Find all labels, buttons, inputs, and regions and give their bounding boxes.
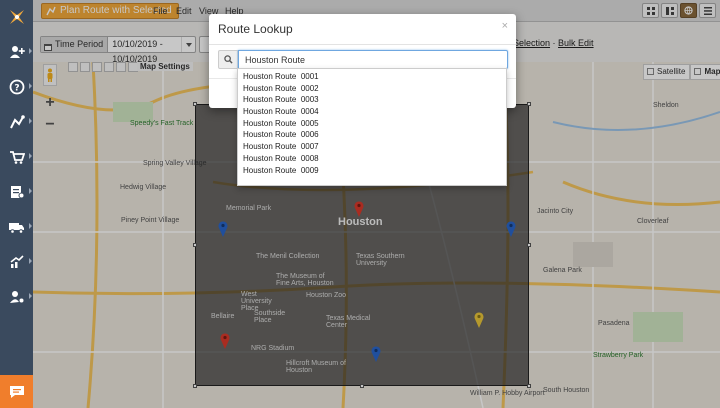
chat-button[interactable]	[0, 375, 33, 408]
user-settings-icon	[9, 290, 24, 303]
modal-header: Route Lookup ×	[209, 14, 516, 45]
chat-icon	[9, 385, 24, 398]
report-icon	[10, 185, 24, 198]
list-item[interactable]: Houston Route 0009	[238, 165, 506, 177]
route-search-input[interactable]	[238, 50, 508, 69]
truck-icon	[8, 222, 24, 234]
list-item[interactable]: Houston Route 0004	[238, 106, 506, 118]
list-item[interactable]: Houston Route 0008	[238, 153, 506, 165]
app-logo[interactable]	[0, 0, 33, 33]
close-icon[interactable]: ×	[502, 20, 508, 32]
sidebar-item-routes[interactable]	[0, 105, 33, 138]
route-icon	[9, 114, 25, 128]
list-item[interactable]: Houston Route 0005	[238, 118, 506, 130]
search-icon	[218, 50, 238, 69]
search-row	[218, 50, 508, 69]
list-item[interactable]: Houston Route 0007	[238, 141, 506, 153]
sidebar-item-reports[interactable]	[0, 175, 33, 208]
sidebar-item-analytics[interactable]	[0, 245, 33, 278]
chart-up-icon	[10, 254, 24, 268]
modal-title: Route Lookup	[218, 22, 293, 36]
sidebar: ?	[0, 0, 33, 408]
sidebar-item-team[interactable]	[0, 280, 33, 313]
sidebar-item-help[interactable]: ?	[0, 70, 33, 103]
help-icon: ?	[9, 79, 24, 94]
cart-icon	[9, 150, 25, 164]
list-item[interactable]: Houston Route 0001	[238, 71, 506, 83]
list-item[interactable]: Houston Route 0002	[238, 83, 506, 95]
route-results-dropdown: Houston Route 0001 Houston Route 0002 Ho…	[237, 68, 507, 186]
svg-text:?: ?	[14, 83, 19, 93]
sidebar-item-vehicles[interactable]	[0, 210, 33, 243]
sidebar-item-add-user[interactable]	[0, 35, 33, 68]
list-item[interactable]: Houston Route 0006	[238, 129, 506, 141]
add-user-icon	[9, 45, 25, 58]
sidebar-item-orders[interactable]	[0, 140, 33, 173]
list-item[interactable]: Houston Route 0003	[238, 94, 506, 106]
